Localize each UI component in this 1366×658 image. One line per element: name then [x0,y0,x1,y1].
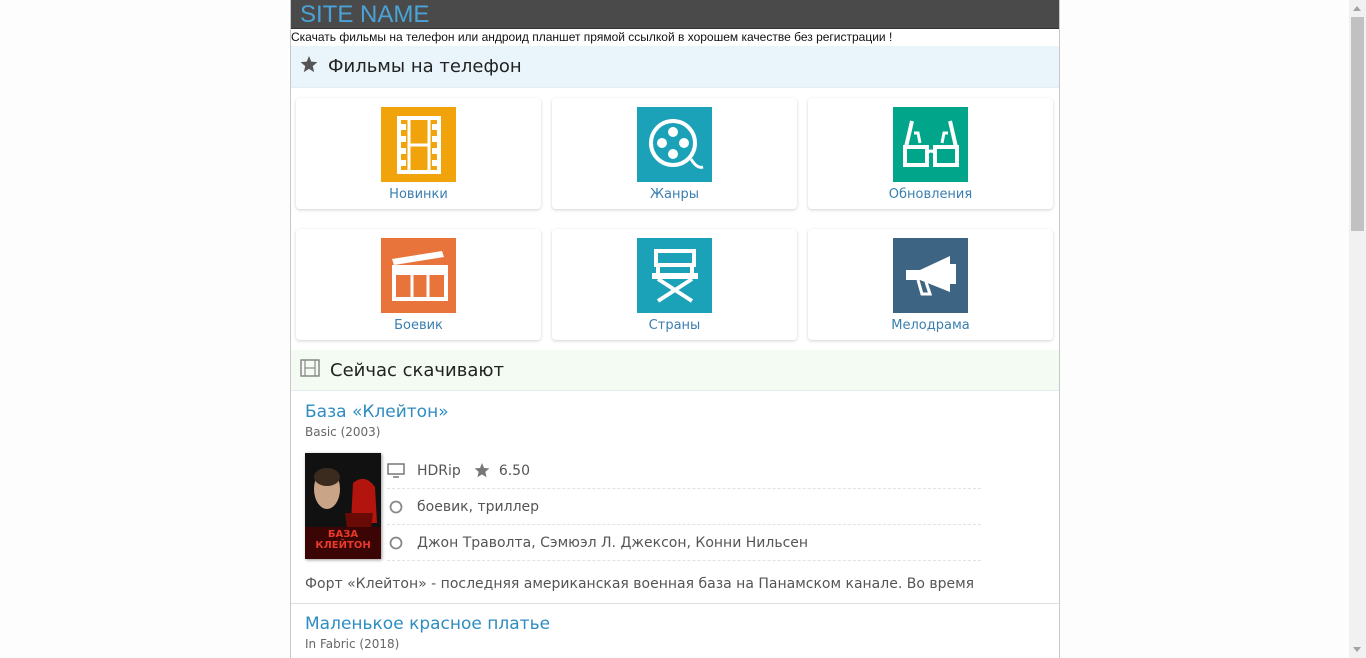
tile-label: Новинки [389,187,448,202]
scroll-down-arrow[interactable] [1353,647,1361,652]
section-title: Фильмы на телефон [328,56,522,77]
category-tile-melodrama[interactable]: Мелодрама [808,229,1053,340]
category-grid: Новинки Жанры Обновления Боевик Страны М… [291,88,1059,350]
category-tile-boevik[interactable]: Боевик [296,229,541,340]
star-icon [474,463,490,478]
megaphone-icon [893,238,968,313]
movie-genres-row: боевик, триллер [387,489,981,525]
site-logo-link[interactable]: SITE NAME [291,0,1059,30]
movie-item: Маленькое красное платье In Fabric (2018… [291,604,1059,658]
page-container: SITE NAME Скачать фильмы на телефон или … [290,0,1060,658]
vertical-scrollbar[interactable] [1349,0,1366,658]
movie-cast-row: Джон Траволта, Сэмюэл Л. Джексон, Конни … [387,525,981,561]
movie-original-title: In Fabric (2018) [305,637,400,651]
film-icon [300,359,320,381]
tile-label: Жанры [650,187,699,202]
director-chair-icon [637,238,712,313]
scrollbar-thumb[interactable] [1351,17,1364,231]
site-header: SITE NAME [291,0,1059,29]
monitor-icon [387,463,405,478]
movie-cast: Джон Траволта, Сэмюэл Л. Джексон, Конни … [417,534,809,551]
category-tile-zhanry[interactable]: Жанры [552,98,797,209]
films-section-header: Фильмы на телефон [291,46,1059,88]
site-tagline: Скачать фильмы на телефон или андроид пл… [291,30,893,44]
movie-poster[interactable]: БАЗА КЛЕЙТОН [305,453,381,559]
category-tile-novinki[interactable]: Новинки [296,98,541,209]
downloading-section-header: Сейчас скачивают [291,350,1059,391]
clapperboard-icon [381,238,456,313]
film-strip-icon [381,107,456,182]
tile-label: Мелодрама [891,318,970,333]
movie-genres: боевик, триллер [417,498,540,515]
movie-info: HDRip 6.50 боевик, триллер Джон Траволта… [387,453,981,561]
tile-label: Боевик [394,318,443,333]
movie-item: База «Клейтон» Basic (2003) БАЗА КЛЕЙТОН [291,391,1059,604]
poster-title: БАЗА КЛЕЙТОН [315,529,371,551]
circle-icon [387,500,405,514]
movie-original-title: Basic (2003) [305,425,381,439]
movie-rating: 6.50 [498,462,530,479]
star-icon [300,56,318,77]
film-reel-icon [637,107,712,182]
movie-description: Форт «Клейтон» - последняя американская … [305,576,975,592]
tile-label: Обновления [888,187,973,202]
movie-meta-row: HDRip 6.50 [387,453,981,489]
3d-glasses-icon [893,107,968,182]
movie-title-link[interactable]: Маленькое красное платье [305,613,1045,635]
scroll-up-arrow[interactable] [1353,6,1361,11]
circle-icon [387,536,405,550]
section-title: Сейчас скачивают [330,359,505,381]
category-tile-obnovleniya[interactable]: Обновления [808,98,1053,209]
movie-title-link[interactable]: База «Клейтон» [305,401,1045,423]
tile-label: Страны [648,318,701,333]
category-tile-strany[interactable]: Страны [552,229,797,340]
movie-quality: HDRip [417,462,461,479]
